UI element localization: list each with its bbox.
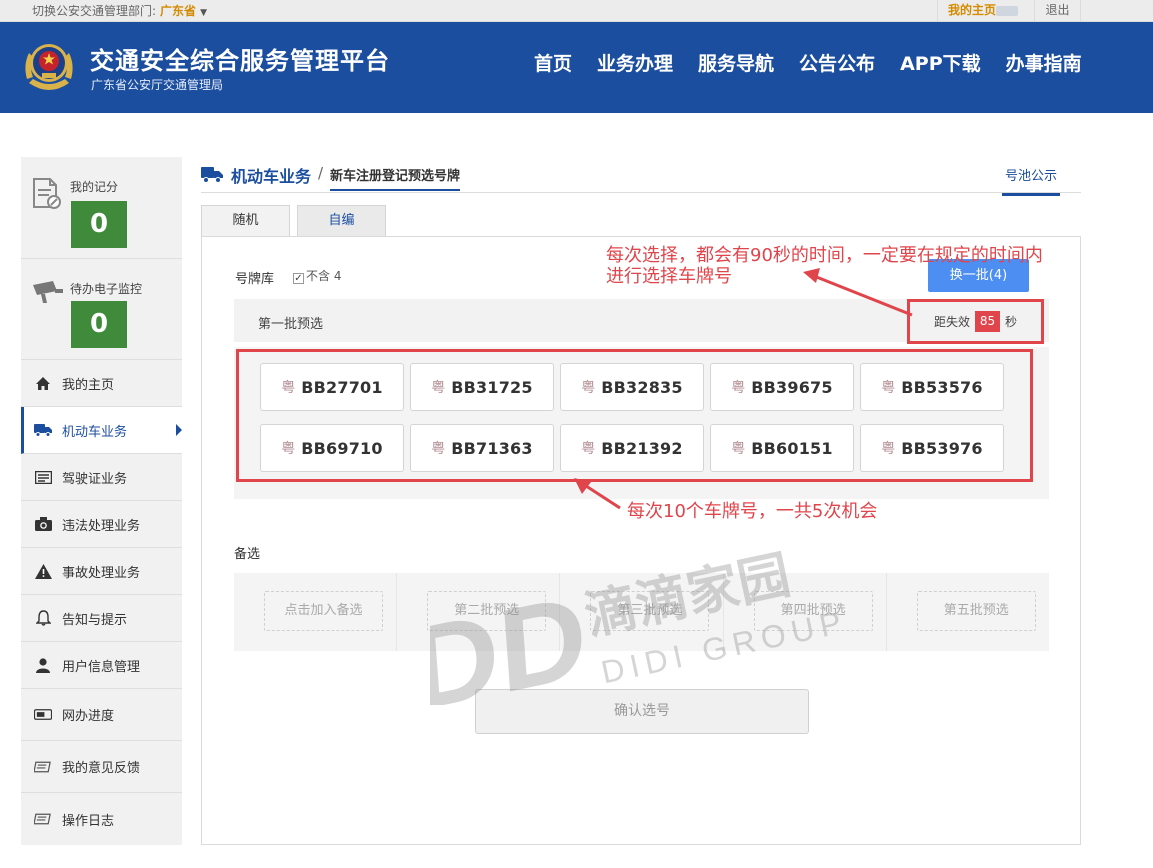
caret-right-icon bbox=[176, 424, 182, 436]
truck-icon bbox=[34, 421, 52, 439]
feedback-icon bbox=[34, 758, 52, 776]
document-pen-icon bbox=[33, 178, 61, 209]
my-home-link[interactable]: 我的主页 bbox=[937, 0, 1035, 22]
plates-highlight-box bbox=[236, 349, 1033, 482]
sidebar: 我的记分 0 待办电子监控 0 我的主页 机动车业务 驾驶证业务 违法处理业务 … bbox=[21, 157, 182, 845]
sidebar-item-label: 事故处理业务 bbox=[62, 565, 141, 581]
sidebar-item-label: 告知与提示 bbox=[62, 612, 128, 628]
batch-2-slot[interactable]: 第二批预选 bbox=[427, 591, 547, 631]
sidebar-item-vehicle[interactable]: 机动车业务 bbox=[21, 407, 182, 454]
monitor-value: 0 bbox=[71, 301, 127, 348]
plate-library-label: 号牌库 bbox=[235, 272, 275, 287]
sidebar-item-notice[interactable]: 告知与提示 bbox=[21, 595, 182, 642]
sidebar-item-label: 我的主页 bbox=[62, 377, 115, 393]
annotation-line-1: 每次选择，都会有90秒的时间，一定要在规定的时间内 bbox=[606, 245, 1043, 266]
countdown-highlight-box bbox=[907, 299, 1044, 344]
province-selector[interactable]: 广东省 bbox=[160, 4, 196, 18]
surveillance-camera-icon bbox=[33, 281, 63, 303]
score-card[interactable]: 我的记分 0 bbox=[21, 157, 182, 259]
exclude-4-checkbox[interactable]: ✓ 不含 4 bbox=[293, 267, 341, 284]
number-pool-link[interactable]: 号池公示 bbox=[1001, 165, 1060, 196]
sidebar-item-accident[interactable]: 事故处理业务 bbox=[21, 548, 182, 595]
nav-service-guide[interactable]: 服务导航 bbox=[698, 49, 774, 76]
home-icon bbox=[34, 374, 52, 392]
alternates-row: 点击加入备选 第二批预选 第三批预选 第四批预选 第五批预选 bbox=[234, 573, 1049, 651]
username-blur bbox=[996, 5, 1019, 16]
tab-random[interactable]: 随机 bbox=[201, 205, 290, 237]
logout-link[interactable]: 退出 bbox=[1035, 0, 1081, 22]
annotation-note-bottom: 每次10个车牌号，一共5次机会 bbox=[627, 501, 878, 522]
sidebar-item-label: 违法处理业务 bbox=[62, 518, 141, 534]
site-title: 交通安全综合服务管理平台 bbox=[90, 48, 390, 75]
nav-app-download[interactable]: APP下载 bbox=[900, 49, 981, 76]
breadcrumb-section[interactable]: 机动车业务 bbox=[231, 163, 311, 187]
department-switch-label: 切换公安交通管理部门: bbox=[32, 4, 157, 18]
nav-home[interactable]: 首页 bbox=[534, 49, 572, 76]
license-card-icon bbox=[34, 468, 52, 486]
sidebar-item-user[interactable]: 用户信息管理 bbox=[21, 642, 182, 689]
sidebar-item-progress[interactable]: 网办进度 bbox=[21, 689, 182, 741]
annotation-note-top: 每次选择，都会有90秒的时间，一定要在规定的时间内 进行选择车牌号 bbox=[606, 245, 1043, 287]
nav-business[interactable]: 业务办理 bbox=[597, 49, 673, 76]
sidebar-item-label: 驾驶证业务 bbox=[62, 471, 128, 487]
breadcrumb-current: 新车注册登记预选号牌 bbox=[330, 165, 461, 191]
sidebar-item-label: 机动车业务 bbox=[62, 424, 128, 440]
progress-icon bbox=[34, 706, 52, 724]
sidebar-item-label: 网办进度 bbox=[62, 709, 115, 724]
warning-icon bbox=[34, 562, 52, 580]
police-emblem-icon bbox=[25, 44, 73, 90]
sidebar-item-label: 用户信息管理 bbox=[62, 659, 141, 675]
my-home-label: 我的主页 bbox=[948, 3, 997, 17]
sidebar-item-label: 操作日志 bbox=[62, 813, 115, 829]
top-bar: 切换公安交通管理部门: 广东省 ▼ 我的主页 退出 bbox=[0, 0, 1153, 22]
log-icon bbox=[34, 810, 52, 828]
user-icon bbox=[34, 656, 52, 674]
alternates-label: 备选 bbox=[234, 547, 261, 562]
confirm-selection-button[interactable]: 确认选号 bbox=[475, 689, 809, 734]
breadcrumb-separator: / bbox=[318, 164, 324, 182]
checkmark-icon: ✓ bbox=[293, 273, 304, 284]
add-alternate-slot[interactable]: 点击加入备选 bbox=[264, 591, 383, 631]
site-subtitle: 广东省公安厅交通管理局 bbox=[91, 78, 224, 92]
breadcrumb: 机动车业务 / 新车注册登记预选号牌 号池公示 bbox=[201, 163, 1081, 196]
sidebar-item-license[interactable]: 驾驶证业务 bbox=[21, 454, 182, 501]
main-nav: 首页 业务办理 服务导航 公告公布 APP下载 办事指南 bbox=[534, 49, 1107, 76]
batch-3-slot[interactable]: 第三批预选 bbox=[590, 591, 710, 631]
tab-custom[interactable]: 自编 bbox=[297, 205, 386, 237]
score-label: 我的记分 bbox=[70, 180, 119, 194]
score-value: 0 bbox=[71, 201, 127, 248]
monitor-label: 待办电子监控 bbox=[70, 282, 143, 296]
department-switch[interactable]: 切换公安交通管理部门: 广东省 ▼ bbox=[32, 2, 207, 19]
bell-icon bbox=[34, 609, 52, 627]
site-header: 交通安全综合服务管理平台 广东省公安厅交通管理局 首页 业务办理 服务导航 公告… bbox=[0, 22, 1153, 113]
caret-down-icon: ▼ bbox=[200, 8, 207, 18]
sidebar-item-feedback[interactable]: 我的意见反馈 bbox=[21, 741, 182, 793]
batch-title: 第一批预选 bbox=[258, 317, 324, 332]
monitor-card[interactable]: 待办电子监控 0 bbox=[21, 259, 182, 360]
sidebar-item-label: 我的意见反馈 bbox=[62, 761, 141, 776]
annotation-line-2: 进行选择车牌号 bbox=[606, 266, 732, 287]
batch-4-slot[interactable]: 第四批预选 bbox=[753, 591, 873, 631]
sidebar-item-log[interactable]: 操作日志 bbox=[21, 793, 182, 845]
nav-announcements[interactable]: 公告公布 bbox=[799, 49, 875, 76]
sidebar-item-violation[interactable]: 违法处理业务 bbox=[21, 501, 182, 548]
sidebar-item-home[interactable]: 我的主页 bbox=[21, 360, 182, 407]
nav-guide[interactable]: 办事指南 bbox=[1006, 49, 1082, 76]
batch-5-slot[interactable]: 第五批预选 bbox=[916, 591, 1036, 631]
camera-icon bbox=[34, 515, 52, 533]
truck-icon bbox=[201, 167, 223, 183]
exclude-4-label: 不含 4 bbox=[306, 269, 342, 283]
